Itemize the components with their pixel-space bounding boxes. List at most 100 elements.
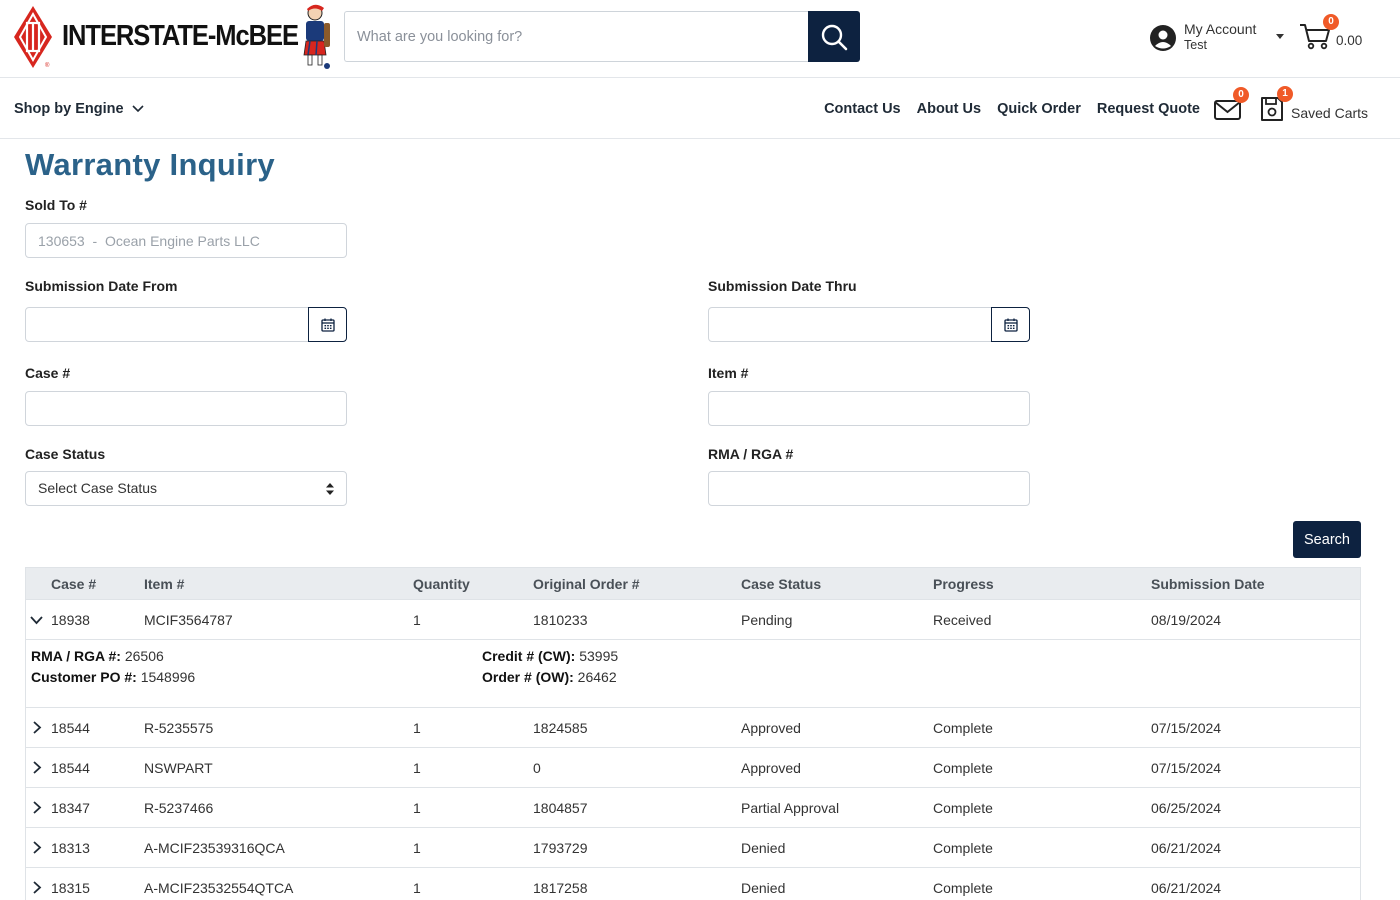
col-header-case[interactable]: Case # bbox=[51, 576, 96, 592]
cell-quantity: 1 bbox=[413, 800, 421, 816]
cell-original-order: 1804857 bbox=[533, 800, 588, 816]
cell-item: R-5235575 bbox=[144, 720, 214, 736]
cell-case-status: Denied bbox=[741, 840, 786, 856]
rma-input[interactable] bbox=[708, 471, 1030, 506]
user-avatar-icon bbox=[1150, 25, 1176, 51]
cart-count-badge: 0 bbox=[1323, 14, 1339, 30]
cell-quantity: 1 bbox=[413, 720, 421, 736]
cell-submission-date: 06/21/2024 bbox=[1151, 880, 1222, 896]
calendar-icon bbox=[320, 318, 335, 332]
detail-customer-po: Customer PO #: 1548996 bbox=[31, 669, 196, 685]
date-from-calendar-button[interactable] bbox=[308, 307, 347, 342]
cell-original-order: 1793729 bbox=[533, 840, 588, 856]
table-row[interactable]: 18347 R-5237466 1 1804857 Partial Approv… bbox=[26, 788, 1360, 828]
nav-quick-order[interactable]: Quick Order bbox=[997, 101, 1081, 117]
nav-request-quote[interactable]: Request Quote bbox=[1097, 101, 1200, 117]
cell-case-status: Approved bbox=[741, 760, 801, 776]
table-header: Case # Item # Quantity Original Order # … bbox=[26, 568, 1360, 600]
col-header-submission-date[interactable]: Submission Date bbox=[1151, 576, 1265, 592]
cell-item: MCIF3564787 bbox=[144, 612, 233, 628]
cell-case: 18544 bbox=[51, 720, 90, 736]
shop-by-engine-menu[interactable]: Shop by Engine bbox=[14, 101, 144, 117]
cell-submission-date: 08/19/2024 bbox=[1151, 612, 1222, 628]
cell-original-order: 1824585 bbox=[533, 720, 588, 736]
warranty-table: Case # Item # Quantity Original Order # … bbox=[25, 567, 1361, 900]
item-number-input[interactable] bbox=[708, 391, 1030, 426]
top-header: ® INTERSTATE-McBEE My Account Test bbox=[0, 0, 1400, 78]
cell-item: R-5237466 bbox=[144, 800, 214, 816]
cell-case-status: Approved bbox=[741, 720, 801, 736]
sort-arrows-icon bbox=[326, 483, 334, 495]
chevron-right-icon[interactable] bbox=[32, 881, 42, 894]
sold-to-label: Sold To # bbox=[25, 197, 87, 213]
table-row[interactable]: 18315 A-MCIF23532554QTCA 1 1817258 Denie… bbox=[26, 868, 1360, 900]
mascot-logo-icon bbox=[303, 4, 330, 69]
search-submit-button[interactable]: Search bbox=[1293, 521, 1361, 558]
case-number-label: Case # bbox=[25, 365, 71, 381]
cell-original-order: 1817258 bbox=[533, 880, 588, 896]
col-header-progress[interactable]: Progress bbox=[933, 576, 994, 592]
nav-about-us[interactable]: About Us bbox=[917, 101, 981, 117]
col-header-original-order[interactable]: Original Order # bbox=[533, 576, 640, 592]
chevron-right-icon[interactable] bbox=[32, 801, 42, 814]
cell-progress: Complete bbox=[933, 880, 993, 896]
chevron-right-icon[interactable] bbox=[32, 841, 42, 854]
case-number-input[interactable] bbox=[25, 391, 347, 426]
nav-contact-us[interactable]: Contact Us bbox=[824, 101, 901, 117]
date-thru-input[interactable] bbox=[708, 307, 992, 342]
col-header-item[interactable]: Item # bbox=[144, 576, 184, 592]
col-header-quantity[interactable]: Quantity bbox=[413, 576, 470, 592]
item-number-label: Item # bbox=[708, 365, 749, 381]
calendar-icon bbox=[1003, 318, 1018, 332]
cell-quantity: 1 bbox=[413, 880, 421, 896]
table-row[interactable]: 18313 A-MCIF23539316QCA 1 1793729 Denied… bbox=[26, 828, 1360, 868]
date-thru-label: Submission Date Thru bbox=[708, 278, 857, 294]
detail-rma: RMA / RGA #: 26506 bbox=[31, 648, 164, 664]
cell-case-status: Denied bbox=[741, 880, 786, 896]
svg-text:®: ® bbox=[45, 62, 50, 69]
cell-quantity: 1 bbox=[413, 760, 421, 776]
cell-progress: Complete bbox=[933, 760, 993, 776]
cell-item: A-MCIF23539316QCA bbox=[144, 840, 285, 856]
main-nav: Shop by Engine Contact Us About Us Quick… bbox=[0, 79, 1400, 139]
saved-carts-button[interactable]: 1 Saved Carts bbox=[1258, 86, 1368, 125]
search-input[interactable] bbox=[344, 11, 810, 62]
row-detail-panel: RMA / RGA #: 26506 Customer PO #: 154899… bbox=[26, 640, 1360, 708]
brand-logo-icon[interactable]: ® bbox=[13, 5, 53, 69]
search-icon bbox=[821, 24, 848, 50]
cart-button[interactable]: 0 0.00 bbox=[1298, 14, 1368, 56]
chevron-down-icon bbox=[1276, 34, 1284, 39]
search-button[interactable] bbox=[808, 11, 860, 62]
cell-submission-date: 07/15/2024 bbox=[1151, 760, 1222, 776]
nav-links: Contact Us About Us Quick Order Request … bbox=[824, 101, 1200, 117]
cell-original-order: 1810233 bbox=[533, 612, 588, 628]
page-title: Warranty Inquiry bbox=[25, 147, 275, 182]
messages-button[interactable]: 0 bbox=[1213, 87, 1249, 123]
table-row[interactable]: 18544 NSWPART 1 0 Approved Complete 07/1… bbox=[26, 748, 1360, 788]
chevron-right-icon[interactable] bbox=[32, 721, 42, 734]
rma-label: RMA / RGA # bbox=[708, 446, 794, 462]
col-header-case-status[interactable]: Case Status bbox=[741, 576, 821, 592]
cell-case-status: Pending bbox=[741, 612, 793, 628]
chevron-down-icon[interactable] bbox=[30, 615, 43, 625]
table-row[interactable]: 18544 R-5235575 1 1824585 Approved Compl… bbox=[26, 708, 1360, 748]
case-status-label: Case Status bbox=[25, 446, 106, 462]
chevron-right-icon[interactable] bbox=[32, 761, 42, 774]
cell-submission-date: 06/25/2024 bbox=[1151, 800, 1222, 816]
date-from-input[interactable] bbox=[25, 307, 309, 342]
cell-progress: Complete bbox=[933, 720, 993, 736]
brand-name[interactable]: INTERSTATE-McBEE bbox=[62, 20, 299, 53]
case-status-select[interactable]: Select Case Status bbox=[25, 471, 347, 506]
cell-submission-date: 06/21/2024 bbox=[1151, 840, 1222, 856]
case-status-selected: Select Case Status bbox=[38, 480, 158, 496]
my-account-menu[interactable]: My Account Test bbox=[1149, 20, 1289, 56]
table-row[interactable]: 18938 MCIF3564787 1 1810233 Pending Rece… bbox=[26, 600, 1360, 640]
cart-total: 0.00 bbox=[1336, 33, 1363, 48]
account-title: My Account bbox=[1184, 21, 1257, 37]
cell-original-order: 0 bbox=[533, 760, 541, 776]
date-thru-calendar-button[interactable] bbox=[991, 307, 1030, 342]
cell-case-status: Partial Approval bbox=[741, 800, 840, 816]
messages-count-badge: 0 bbox=[1233, 87, 1249, 103]
cell-case: 18544 bbox=[51, 760, 90, 776]
shop-by-engine-label: Shop by Engine bbox=[14, 101, 124, 117]
